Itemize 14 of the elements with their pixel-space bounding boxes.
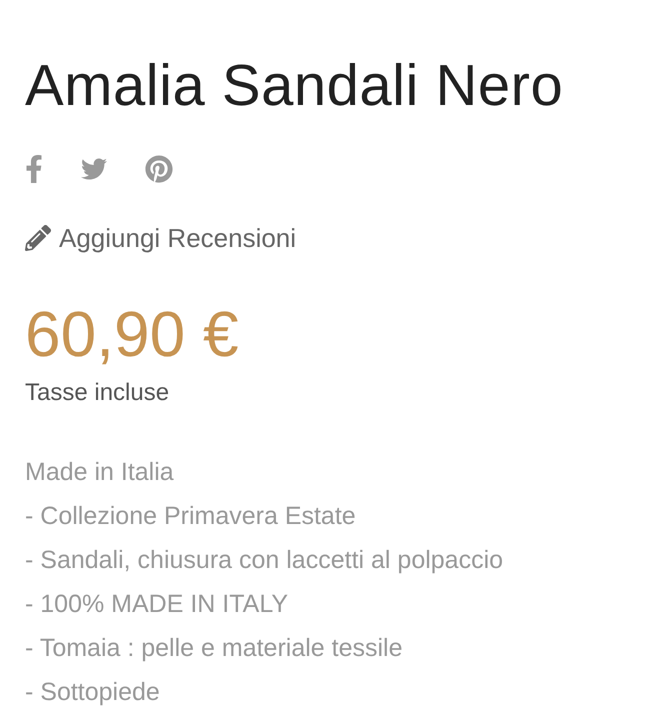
pinterest-icon[interactable] [145,155,173,183]
description-line: Made in Italia [25,457,174,488]
description-line: - Sandali, chiusura con laccetti al polpaccio [25,545,504,576]
tax-note: Tasse incluse [25,378,170,408]
product-price: 60,90 € [25,298,239,370]
product-title: Amalia Sandali Nero [25,52,564,120]
description-line: - Sottopiede [25,677,160,708]
description-line: - 100% MADE IN ITALY [25,589,288,620]
pencil-icon [25,225,51,251]
description-line: - Tomaia : pelle e materiale tessile [25,633,402,664]
twitter-icon[interactable] [79,156,109,182]
facebook-icon[interactable] [25,155,43,183]
add-review-link[interactable]: Aggiungi Recensioni [59,222,296,254]
description-line: - Collezione Primavera Estate [25,501,356,532]
